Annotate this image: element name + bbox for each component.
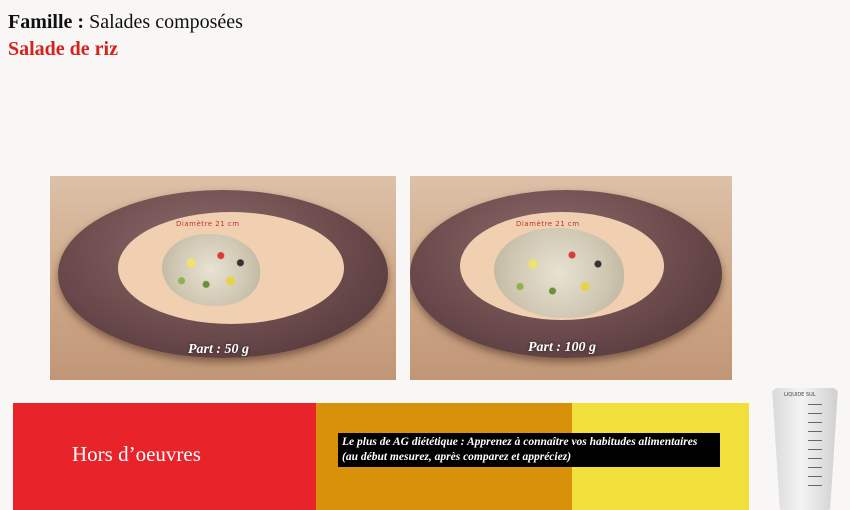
- plate-diameter-text: Diamètre 21 cm: [516, 220, 580, 228]
- dietary-tip: Le plus de AG diététique : Apprenez à co…: [338, 433, 720, 467]
- family-label: Famille :: [8, 11, 90, 33]
- family-line: Famille : Salades composées: [8, 8, 243, 36]
- plate-diameter-text: Diamètre 21 cm: [176, 220, 240, 228]
- header: Famille : Salades composées Salade de ri…: [8, 8, 243, 62]
- portion-label: Part : 50 g: [188, 342, 250, 357]
- portion-photo-50g: Diamètre 21 cm Part : 50 g: [50, 176, 396, 380]
- portion-photo-100g: Diamètre 21 cm Part : 100 g: [410, 176, 732, 380]
- measuring-cup-scale: [808, 404, 822, 494]
- portion-label: Part : 100 g: [528, 340, 597, 355]
- measuring-cup-image: [772, 388, 838, 510]
- family-value: Salades composées: [89, 11, 243, 33]
- category-label: Hors d’oeuvres: [72, 442, 201, 466]
- recipe-title: Salade de riz: [8, 38, 118, 60]
- measuring-cup-label: LIQUIDE SUL: [784, 392, 816, 398]
